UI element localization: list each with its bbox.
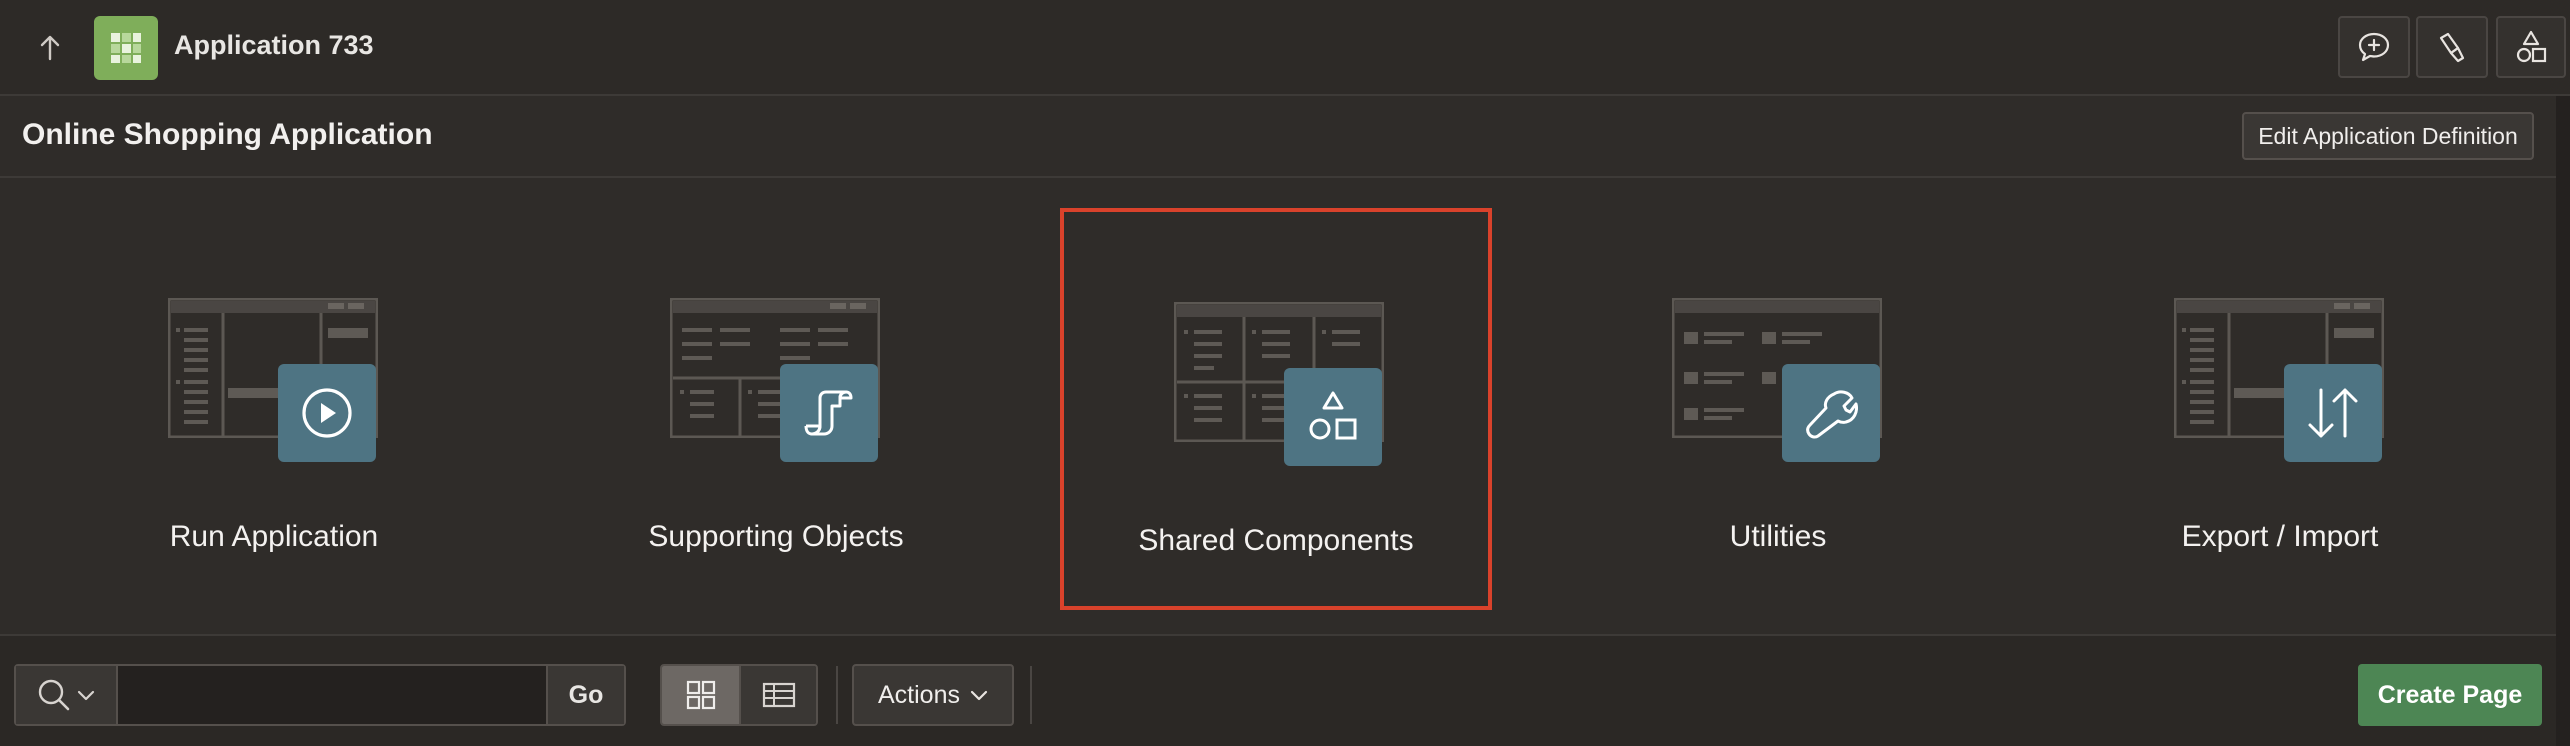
navigate-up-button[interactable] [28, 28, 72, 68]
actions-label: Actions [878, 680, 960, 709]
chevron-down-icon [77, 690, 95, 701]
app-component-cards: Run Application Supporting Objects Share… [0, 178, 2556, 634]
utilities-badge [1782, 364, 1880, 462]
scroll-icon [804, 390, 853, 436]
report-view-icon [762, 682, 795, 708]
report-view-button[interactable] [739, 666, 816, 724]
shapes-icon [1309, 391, 1357, 440]
shared-components-card[interactable]: Shared Components [1060, 208, 1492, 610]
actions-menu-button[interactable]: Actions [852, 664, 1014, 726]
app-title[interactable]: Application 733 [174, 30, 374, 61]
flashlight-icon [2439, 32, 2465, 63]
run-application-badge [278, 364, 376, 462]
toolbar-divider [836, 666, 838, 724]
supporting-objects-card[interactable]: Supporting Objects [560, 208, 992, 610]
quick-find-button[interactable] [2416, 16, 2488, 78]
run-application-card[interactable]: Run Application [58, 208, 490, 610]
go-button[interactable]: Go [546, 666, 624, 724]
toolbar-divider [1030, 666, 1032, 724]
export-import-badge [2284, 364, 2382, 462]
card-label: Export / Import [2181, 520, 2379, 553]
icon-view-button[interactable] [662, 666, 739, 724]
feedback-button[interactable] [2338, 16, 2410, 78]
shapes-icon [2516, 30, 2547, 63]
card-label: Run Application [169, 520, 379, 553]
search-input[interactable] [118, 666, 546, 724]
export-import-card[interactable]: Export / Import [2064, 208, 2496, 610]
search-icon [38, 679, 70, 711]
icon-view-icon [686, 680, 715, 710]
app-grid-icon [111, 33, 141, 63]
edit-application-definition-button[interactable]: Edit Application Definition [2242, 112, 2534, 160]
play-icon [302, 388, 352, 438]
top-bar: Application 733 [0, 0, 2570, 96]
card-label: Shared Components [1138, 524, 1414, 557]
chevron-down-icon [970, 690, 988, 701]
view-mode-toggle [660, 664, 818, 726]
arrow-up-icon [40, 35, 60, 61]
comment-add-icon [2358, 32, 2390, 62]
search-column-dropdown[interactable] [16, 666, 118, 724]
page-title: Online Shopping Application [22, 118, 433, 151]
create-page-button[interactable]: Create Page [2358, 664, 2542, 726]
card-label: Supporting Objects [648, 520, 904, 553]
utilities-card[interactable]: Utilities [1562, 208, 1994, 610]
supporting-objects-badge [780, 364, 878, 462]
shared-components-button[interactable] [2496, 16, 2566, 78]
card-label: Utilities [1729, 520, 1827, 553]
report-toolbar: Go Actions Create Page [0, 634, 2556, 746]
app-logo [94, 16, 158, 80]
shared-components-badge [1284, 368, 1382, 466]
wrench-icon [1806, 390, 1858, 439]
arrows-up-down-icon [2308, 388, 2358, 438]
page-header: Online Shopping Application Edit Applica… [0, 96, 2570, 178]
search-group: Go [14, 664, 626, 726]
scrollbar-track[interactable] [2556, 96, 2570, 746]
